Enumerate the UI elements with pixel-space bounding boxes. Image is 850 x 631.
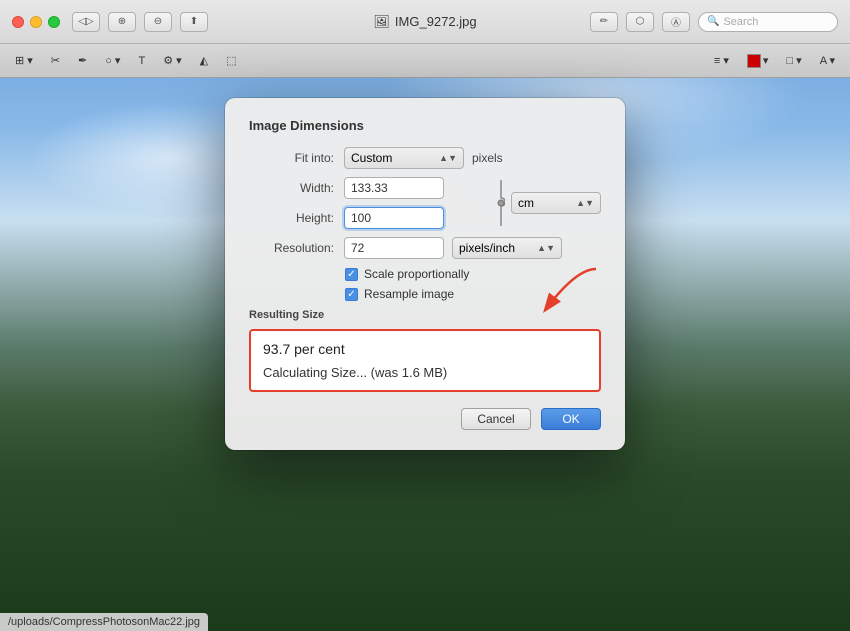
cancel-button[interactable]: Cancel bbox=[461, 408, 531, 430]
resulting-percent: 93.7 per cent bbox=[263, 341, 587, 357]
resulting-size-box: 93.7 per cent Calculating Size... (was 1… bbox=[249, 329, 601, 392]
close-button[interactable] bbox=[12, 16, 24, 28]
adjust-tool[interactable]: ⚙ ▾ bbox=[158, 52, 186, 69]
search-box[interactable]: 🔍 Search bbox=[698, 12, 838, 32]
resolution-label: Resolution: bbox=[249, 241, 334, 255]
resolution-unit-select[interactable]: pixels/inch ▲▼ bbox=[452, 237, 562, 259]
width-label: Width: bbox=[249, 181, 334, 195]
shape-tool[interactable]: ○ ▾ bbox=[100, 52, 125, 69]
pixels-label: pixels bbox=[472, 151, 503, 165]
dialog-buttons: Cancel OK bbox=[249, 408, 601, 430]
fill-style-tool[interactable]: □ ▾ bbox=[781, 52, 806, 69]
resulting-calc: Calculating Size... (was 1.6 MB) bbox=[263, 365, 587, 380]
scale-proportionally-label: Scale proportionally bbox=[364, 267, 469, 281]
toolbar-right: ✏ ⬡ Ⓐ 🔍 Search bbox=[590, 12, 838, 32]
unit-select[interactable]: cm ▲▼ bbox=[511, 192, 601, 214]
search-icon: 🔍 bbox=[707, 16, 719, 27]
toolbar-left: ◁▷ ⊕ ⊖ ⬆ bbox=[72, 12, 208, 32]
minimize-button[interactable] bbox=[30, 16, 42, 28]
align-tool[interactable]: ≡ ▾ bbox=[709, 52, 734, 69]
image-dimensions-dialog: Image Dimensions Fit into: Custom ▲▼ pix… bbox=[225, 98, 625, 450]
zoom-out-button[interactable]: ⊖ bbox=[144, 12, 172, 32]
back-forward-button[interactable]: ◁▷ bbox=[72, 12, 100, 32]
traffic-lights bbox=[12, 16, 60, 28]
chevron-updown-icon: ▲▼ bbox=[439, 154, 457, 163]
unit-chevron-icon: ▲▼ bbox=[576, 199, 594, 208]
scale-proportionally-row: ✓ Scale proportionally bbox=[249, 267, 601, 281]
resulting-size-section-label: Resulting Size bbox=[249, 309, 601, 321]
draw-tool[interactable]: ✒ bbox=[73, 52, 92, 69]
link-chain-icon bbox=[491, 178, 505, 228]
window-title: 🖼 IMG_9272.jpg bbox=[373, 14, 476, 30]
tool-selector[interactable]: ⊞ ▾ bbox=[10, 52, 38, 69]
width-row: Width: bbox=[249, 177, 485, 199]
maximize-button[interactable] bbox=[48, 16, 60, 28]
window-icon: 🖼 bbox=[373, 14, 390, 30]
wh-section: Width: Height: bbox=[249, 177, 601, 229]
text-tool[interactable]: T bbox=[133, 53, 150, 69]
height-label: Height: bbox=[249, 211, 334, 225]
dialog-title: Image Dimensions bbox=[249, 118, 601, 133]
fill-tool[interactable]: ◭ bbox=[195, 52, 213, 69]
resample-label: Resample image bbox=[364, 287, 454, 301]
titlebar: ◁▷ ⊕ ⊖ ⬆ 🖼 IMG_9272.jpg ✏ ⬡ Ⓐ 🔍 Search bbox=[0, 0, 850, 44]
share-button[interactable]: ⬆ bbox=[180, 12, 208, 32]
fit-into-label: Fit into: bbox=[249, 151, 334, 165]
crop-tool[interactable]: ✂ bbox=[46, 52, 65, 69]
fit-into-select[interactable]: Custom ▲▼ bbox=[344, 147, 464, 169]
height-row: Height: bbox=[249, 207, 485, 229]
height-input[interactable] bbox=[344, 207, 444, 229]
resolution-input[interactable] bbox=[344, 237, 444, 259]
url-bar: /uploads/CompressPhotosonMac22.jpg bbox=[0, 613, 208, 631]
fit-into-row: Fit into: Custom ▲▼ pixels bbox=[249, 147, 601, 169]
edit-button[interactable]: ✏ bbox=[590, 12, 618, 32]
dialog-overlay: Image Dimensions Fit into: Custom ▲▼ pix… bbox=[0, 78, 850, 631]
font-tool[interactable]: A ▾ bbox=[815, 52, 840, 69]
resample-checkbox[interactable]: ✓ bbox=[345, 288, 358, 301]
border-color-tool[interactable]: ▾ bbox=[742, 52, 774, 70]
resolution-chevron-icon: ▲▼ bbox=[537, 244, 555, 253]
toolbar2: ⊞ ▾ ✂ ✒ ○ ▾ T ⚙ ▾ ◭ ⬚ ≡ ▾ ▾ □ ▾ A ▾ bbox=[0, 44, 850, 78]
width-input[interactable] bbox=[344, 177, 444, 199]
ok-button[interactable]: OK bbox=[541, 408, 601, 430]
resolution-row: Resolution: pixels/inch ▲▼ bbox=[249, 237, 601, 259]
zoom-in-button[interactable]: ⊕ bbox=[108, 12, 136, 32]
action-button[interactable]: ⬡ bbox=[626, 12, 654, 32]
resample-row: ✓ Resample image bbox=[249, 287, 601, 301]
scale-proportionally-checkbox[interactable]: ✓ bbox=[345, 268, 358, 281]
transform-tool[interactable]: ⬚ bbox=[221, 52, 241, 69]
info-button[interactable]: Ⓐ bbox=[662, 12, 690, 32]
